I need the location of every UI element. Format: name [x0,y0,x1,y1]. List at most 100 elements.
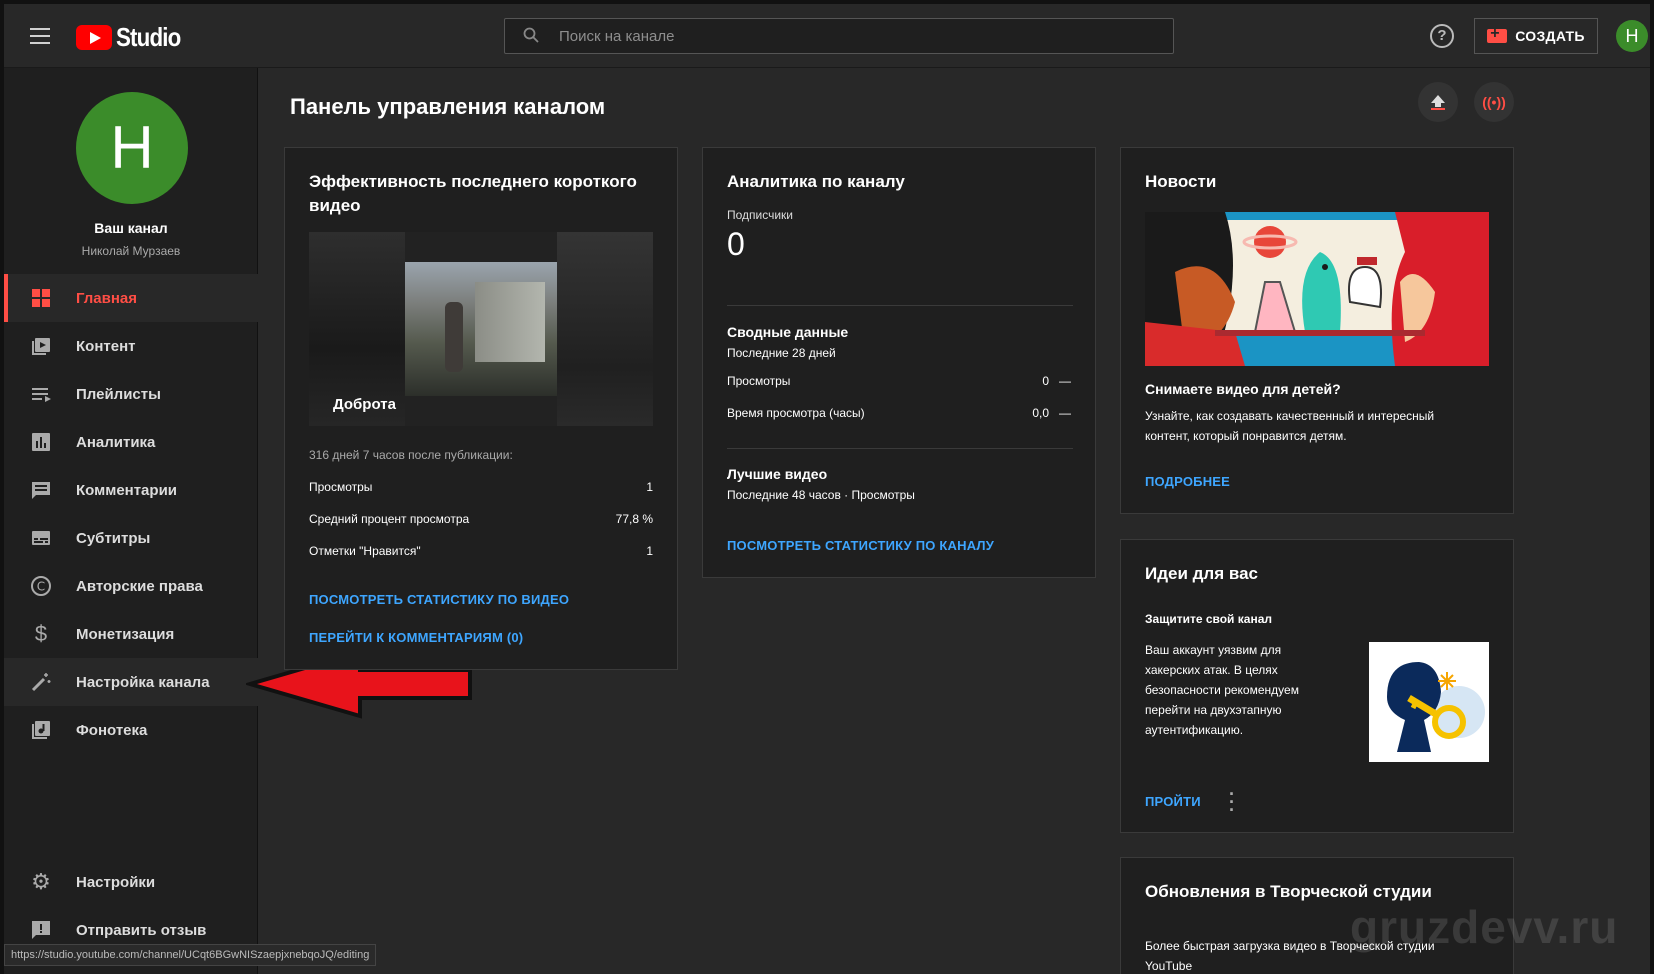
divider [727,448,1073,449]
subtitles-icon [30,527,52,549]
stat-label-likes: Отметки "Нравится" [309,544,421,558]
sidebar-item-playlists[interactable]: Плейлисты [4,370,258,418]
audio-library-icon [30,719,52,741]
channel-analytics-card: Аналитика по каналу Подписчики 0 Сводные… [702,147,1096,578]
channel-avatar[interactable]: Н [76,92,188,204]
sidebar-item-monetization[interactable]: $ Монетизация [4,610,258,658]
svg-text:C: C [37,580,45,594]
page-title: Панель управления каналом [290,94,606,119]
sidebar-item-settings[interactable]: ⚙ Настройки [4,858,258,906]
sidebar-bottom-nav: ⚙ Настройки Отправить отзыв [4,858,258,954]
watermark: gruzdevv.ru [1350,901,1619,953]
video-camera-icon [1487,25,1508,43]
sidebar-item-label: Плейлисты [76,385,161,403]
comments-icon [30,479,52,501]
sidebar-item-label: Авторские права [76,577,203,595]
news-illustration[interactable] [1145,212,1489,366]
create-button[interactable]: СОЗДАТЬ [1474,18,1598,54]
more-link[interactable]: ПОДРОБНЕЕ [1145,474,1230,489]
search-box[interactable] [504,18,1174,54]
news-card: Новости Снимаете видео для детей? Узнайт… [1120,147,1514,514]
feedback-icon [30,919,52,941]
stat-value-likes: 1 [646,544,653,558]
video-title: Доброта [333,396,396,413]
youtube-logo-icon [76,24,112,50]
logo-text: Studio [116,21,181,52]
card-title: Эффективность последнего короткого видео [309,172,637,215]
time-since-publish: 316 дней 7 часов после публикации: [309,448,513,462]
sidebar-item-subtitles[interactable]: Субтитры [4,514,258,562]
key-lock-icon [1369,642,1489,762]
sidebar-item-label: Субтитры [76,529,151,547]
metric-label-watch-time: Время просмотра (часы) [727,406,865,420]
divider [727,305,1073,306]
idea-subtitle: Защитите свой канал [1145,612,1272,626]
sidebar-item-analytics[interactable]: Аналитика [4,418,258,466]
channel-user-name: Николай Мурзаев [81,244,181,258]
top-videos-period: Последние 48 часов · Просмотры [727,488,915,502]
sidebar-item-dashboard[interactable]: Главная [4,274,258,322]
account-avatar[interactable]: Н [1616,20,1648,52]
analytics-icon [30,431,52,453]
dollar-icon: $ [34,621,48,646]
channel-name: Ваш канал [94,220,168,236]
stat-value-avg-view: 77,8 % [615,512,653,526]
sidebar-item-label: Монетизация [76,625,175,643]
comments-link[interactable]: ПЕРЕЙТИ К КОММЕНТАРИЯМ (0) [309,630,523,645]
sidebar-item-label: Аналитика [76,433,156,451]
metric-value-watch-time: 0,0 [1032,406,1049,420]
video-stats-link[interactable]: ПОСМОТРЕТЬ СТАТИСТИКУ ПО ВИДЕО [309,592,569,607]
thumbnail-blur-right [557,232,653,426]
live-stream-icon[interactable]: ((•)) [1474,82,1514,122]
metric-label-views: Просмотры [727,374,791,388]
sidebar-item-audio-library[interactable]: Фонотека [4,706,258,754]
top-header: Studio ? СОЗДАТЬ Н [4,4,1650,68]
video-thumbnail[interactable]: Доброта [309,232,653,426]
ideas-card: Идеи для вас Защитите свой канал Ваш акк… [1120,539,1514,833]
subscribers-label: Подписчики [727,208,794,222]
card-title: Новости [1145,172,1217,191]
upload-icon[interactable] [1418,82,1458,122]
security-key-illustration [1369,642,1489,762]
status-bar-url: https://studio.youtube.com/channel/UCqt6… [4,944,377,966]
sidebar-item-label: Настройка канала [76,673,210,691]
playlists-icon [30,383,52,405]
help-icon[interactable]: ? [1430,24,1454,48]
metric-trend-views: — [1059,374,1071,388]
card-title: Идеи для вас [1145,564,1259,583]
sidebar-item-comments[interactable]: Комментарии [4,466,258,514]
sidebar-item-content[interactable]: Контент [4,322,258,370]
go-link[interactable]: ПРОЙТИ [1145,794,1201,809]
news-headline: Снимаете видео для детей? [1145,381,1341,397]
top-videos-title: Лучшие видео [727,466,828,482]
create-button-label: СОЗДАТЬ [1515,28,1585,44]
sidebar-item-customization[interactable]: Настройка канала [4,658,258,706]
stat-label-avg-view: Средний процент просмотра [309,512,470,526]
stat-label-views: Просмотры [309,480,373,494]
news-body: Узнайте, как создавать качественный и ин… [1145,409,1435,443]
sidebar-item-copyright[interactable]: C Авторские права [4,562,258,610]
sidebar-item-label: Настройки [76,873,156,891]
more-options-icon[interactable]: · · · [1227,785,1237,819]
thumbnail-frame [405,262,557,396]
dashboard-icon [30,287,52,309]
stat-value-views: 1 [646,480,653,494]
sidebar: Н Ваш канал Николай Мурзаев Главная Конт… [4,68,258,974]
summary-period: Последние 28 дней [727,346,836,360]
studio-logo[interactable]: Studio [76,21,191,52]
menu-icon[interactable] [30,28,50,44]
card-title: Аналитика по каналу [727,172,905,191]
last-short-video-card: Эффективность последнего короткого видео… [284,147,678,670]
sidebar-item-label: Фонотека [76,721,148,739]
sidebar-item-label: Главная [76,289,138,307]
metric-value-views: 0 [1042,374,1049,388]
search-input[interactable] [559,19,1159,53]
copyright-icon: C [30,575,52,597]
sidebar-item-label: Комментарии [76,481,178,499]
idea-body: Ваш аккаунт уязвим для хакерских атак. В… [1145,643,1299,737]
search-icon [523,27,539,43]
channel-stats-link[interactable]: ПОСМОТРЕТЬ СТАТИСТИКУ ПО КАНАЛУ [727,538,994,553]
sidebar-item-label: Контент [76,337,136,355]
kids-illustration-image [1145,212,1489,366]
magic-wand-icon [30,671,52,693]
